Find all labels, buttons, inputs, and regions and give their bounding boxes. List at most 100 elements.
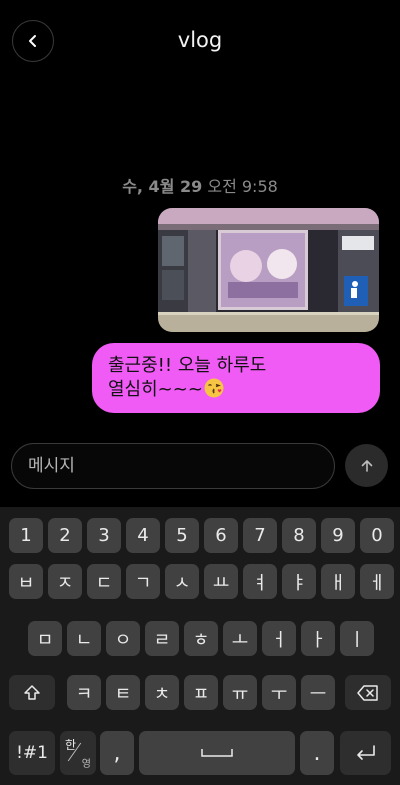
letter-key-label: ㅎ [192, 629, 210, 651]
period-key-label: . [313, 740, 321, 766]
number-key[interactable]: 0 [360, 518, 394, 553]
number-key-label: 2 [59, 525, 71, 546]
number-key[interactable]: 7 [243, 518, 277, 553]
shift-icon [24, 684, 40, 700]
subway-poster-photo [158, 208, 379, 332]
number-key[interactable]: 8 [282, 518, 316, 553]
number-key[interactable]: 2 [48, 518, 82, 553]
letter-key[interactable]: ㅕ [243, 564, 277, 599]
number-key[interactable]: 3 [87, 518, 121, 553]
number-key[interactable]: 4 [126, 518, 160, 553]
letter-key-label: ㅊ [153, 683, 171, 705]
letter-key[interactable]: ㅏ [301, 621, 335, 656]
letter-key-label: ㅇ [114, 629, 132, 651]
letter-key[interactable]: ㅂ [9, 564, 43, 599]
letter-key[interactable]: ㄹ [145, 621, 179, 656]
letter-key[interactable]: ㅇ [106, 621, 140, 656]
send-button[interactable] [345, 444, 388, 487]
timestamp-time: 오전 9:58 [207, 177, 278, 196]
space-key[interactable] [139, 731, 295, 775]
letter-key[interactable]: ㅎ [184, 621, 218, 656]
backspace-icon [357, 684, 378, 701]
letter-key[interactable]: ㅡ [301, 675, 335, 710]
letter-key-label: ㄹ [153, 629, 171, 651]
shift-key[interactable] [9, 675, 55, 710]
letter-key-label: ㅡ [309, 683, 327, 705]
number-key-label: 7 [254, 525, 266, 546]
keyboard: 1234567890 ㅂㅈㄷㄱㅅㅛㅕㅑㅐㅔ ㅁㄴㅇㄹㅎㅗㅓㅏㅣ ㅋㅌㅊㅍㅠㅜㅡ … [0, 507, 400, 785]
letter-key[interactable]: ㅁ [28, 621, 62, 656]
letter-key-label: ㅈ [56, 572, 74, 594]
letter-key-label: ㅛ [212, 572, 230, 594]
timestamp-date: 수, 4월 29 [122, 177, 203, 196]
letter-key[interactable]: ㅐ [321, 564, 355, 599]
letter-key-label: ㅐ [329, 572, 347, 594]
message-input-container [11, 443, 335, 489]
number-key-label: 0 [371, 525, 383, 546]
letter-key[interactable]: ㅊ [145, 675, 179, 710]
letter-key-label: ㄷ [95, 572, 113, 594]
number-key-label: 3 [98, 525, 110, 546]
message-bubble[interactable]: 출근중!! 오늘 하루도 열심히~~~ [92, 343, 380, 413]
letter-key[interactable]: ㅜ [262, 675, 296, 710]
letter-key[interactable]: ㄴ [67, 621, 101, 656]
letter-key-label: ㅠ [231, 683, 249, 705]
number-key-label: 5 [176, 525, 188, 546]
number-key-label: 1 [20, 525, 32, 546]
kiss-face-icon [204, 378, 224, 398]
number-key-label: 9 [332, 525, 344, 546]
letter-key[interactable]: ㅗ [223, 621, 257, 656]
message-line-1: 출근중!! 오늘 하루도 [108, 355, 267, 376]
space-icon [201, 749, 233, 757]
comma-key[interactable]: , [100, 731, 134, 775]
message-timestamp: 수, 4월 29 오전 9:58 [0, 173, 400, 197]
letter-key[interactable]: ㅍ [184, 675, 218, 710]
letter-key-label: ㅗ [231, 629, 249, 651]
letter-key-label: ㅌ [114, 683, 132, 705]
letter-key-label: ㄴ [75, 629, 93, 651]
number-key[interactable]: 6 [204, 518, 238, 553]
letter-key[interactable]: ㅣ [340, 621, 374, 656]
letter-key-label: ㅋ [75, 683, 93, 705]
letter-key[interactable]: ㅛ [204, 564, 238, 599]
letter-key[interactable]: ㅑ [282, 564, 316, 599]
letter-key-label: ㅂ [17, 572, 35, 594]
photo-message[interactable] [158, 208, 379, 332]
letter-key[interactable]: ㄷ [87, 564, 121, 599]
number-key[interactable]: 9 [321, 518, 355, 553]
letter-key-label: ㅕ [251, 572, 269, 594]
letter-key-label: ㅜ [270, 683, 288, 705]
message-input[interactable] [12, 444, 334, 488]
letter-key-label: ㅑ [290, 572, 308, 594]
backspace-key[interactable] [345, 675, 391, 710]
letter-key[interactable]: ㅈ [48, 564, 82, 599]
symbols-key-label: !#1 [16, 743, 48, 763]
symbols-key[interactable]: !#1 [9, 731, 55, 775]
letter-key[interactable]: ㅠ [223, 675, 257, 710]
letter-key[interactable]: ㄱ [126, 564, 160, 599]
letter-key[interactable]: ㅔ [360, 564, 394, 599]
number-key-label: 4 [137, 525, 149, 546]
letter-key[interactable]: ㅋ [67, 675, 101, 710]
language-key-label-bottom: 영 [81, 759, 91, 770]
letter-key-label: ㅍ [192, 683, 210, 705]
letter-key-label: ㅁ [36, 629, 54, 651]
number-key[interactable]: 5 [165, 518, 199, 553]
letter-key-label: ㅔ [368, 572, 386, 594]
number-key[interactable]: 1 [9, 518, 43, 553]
letter-key-label: ㅏ [309, 629, 327, 651]
chat-title: vlog [177, 28, 223, 52]
language-key[interactable]: 한 영 [60, 731, 96, 775]
number-key-label: 6 [215, 525, 227, 546]
enter-key[interactable] [340, 731, 391, 775]
letter-key[interactable]: ㅌ [106, 675, 140, 710]
letter-key-label: ㄱ [134, 572, 152, 594]
period-key[interactable]: . [300, 731, 334, 775]
letter-key-label: ㅣ [348, 629, 366, 651]
letter-key[interactable]: ㅅ [165, 564, 199, 599]
enter-icon [356, 745, 375, 760]
letter-key-label: ㅓ [270, 629, 288, 651]
letter-key[interactable]: ㅓ [262, 621, 296, 656]
comma-key-label: , [113, 740, 121, 766]
letter-key-label: ㅅ [173, 572, 191, 594]
